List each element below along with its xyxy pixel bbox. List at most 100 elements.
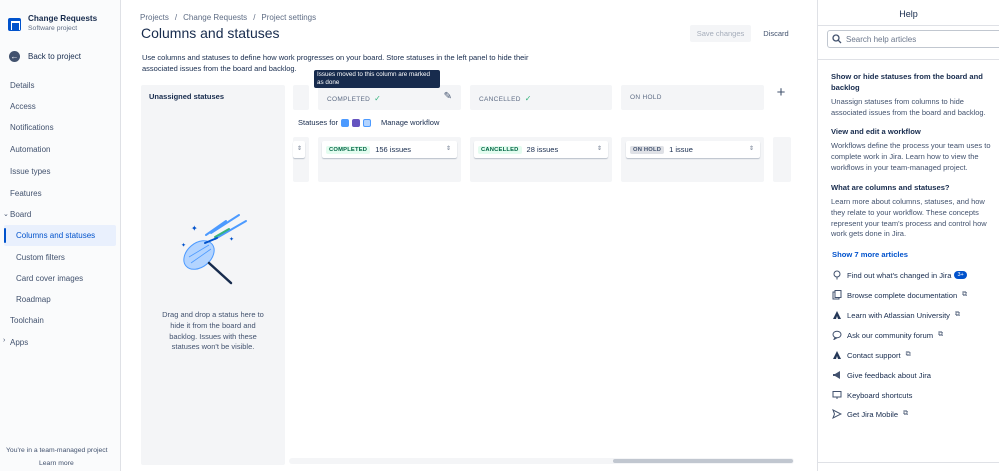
- statuses-for-label: Statuses for: [298, 118, 339, 127]
- unassigned-statuses-panel[interactable]: Unassigned statuses ✦ ✦ ✦ Drag and drop …: [141, 85, 285, 465]
- megaphone-icon: [833, 371, 840, 379]
- column-header-on-hold[interactable]: ON HOLD: [621, 85, 764, 110]
- horizontal-scrollbar-thumb[interactable]: [613, 459, 793, 463]
- show-more-articles-link[interactable]: Show 7 more articles: [832, 250, 908, 259]
- help-article-body: Unassign statuses from columns to hide a…: [831, 97, 986, 117]
- column-lane-cancelled: CANCELLED 28 issues ⇕: [470, 137, 612, 182]
- status-card-completed[interactable]: COMPLETED 156 issues ⇕: [322, 141, 457, 158]
- atlassian-logo-icon: [833, 351, 841, 359]
- status-lozenge: COMPLETED: [326, 145, 371, 154]
- issue-count: 1 issue: [669, 145, 693, 154]
- feedback-link[interactable]: Give feedback about Jira: [832, 370, 931, 380]
- project-header[interactable]: Change Requests Software project: [8, 14, 97, 32]
- discard-button[interactable]: Discard: [756, 25, 796, 42]
- link-label: Give feedback about Jira: [847, 370, 932, 380]
- drag-handle-icon[interactable]: ⇕: [597, 145, 602, 152]
- breadcrumb-projects[interactable]: Projects: [140, 13, 169, 22]
- contact-support-link[interactable]: Contact support ⧉: [832, 350, 911, 360]
- external-link-icon: ⧉: [938, 331, 944, 338]
- column-header-partial[interactable]: [293, 85, 309, 110]
- sidebar-item-toolchain[interactable]: Toolchain: [10, 316, 44, 325]
- community-link[interactable]: Ask our community forum ⧉: [832, 330, 943, 340]
- breadcrumb: Projects / Change Requests / Project set…: [140, 13, 316, 22]
- column-title: ON HOLD: [630, 94, 662, 101]
- status-card-partial[interactable]: ⇕: [293, 141, 305, 158]
- column-header-completed[interactable]: COMPLETED ✓ ✎: [318, 85, 461, 110]
- done-check-icon: ✓: [524, 94, 532, 103]
- breadcrumb-project-settings[interactable]: Project settings: [261, 13, 316, 22]
- sidebar-item-details[interactable]: Details: [10, 81, 34, 90]
- documentation-link[interactable]: Browse complete documentation ⧉: [832, 290, 967, 300]
- task-type-icon: [341, 118, 350, 127]
- help-panel: Help Search help articles Show or hide s…: [817, 0, 999, 471]
- divider: [818, 59, 999, 60]
- status-lozenge: CANCELLED: [478, 145, 522, 154]
- atlassian-logo-icon: [833, 311, 841, 319]
- column-title: CANCELLED ✓: [479, 94, 532, 103]
- keyboard-shortcuts-link[interactable]: Keyboard shortcuts: [832, 390, 912, 400]
- chevron-down-icon[interactable]: ⌄: [3, 210, 9, 218]
- whats-changed-link[interactable]: Find out what's changed in Jira 3+: [832, 270, 967, 280]
- unassigned-title: Unassigned statuses: [149, 92, 225, 101]
- unassigned-hint: Drag and drop a status here to hide it f…: [162, 310, 264, 352]
- back-label: Back to project: [28, 52, 81, 61]
- help-article-heading[interactable]: What are columns and statuses?: [831, 183, 996, 194]
- jira-mobile-link[interactable]: Get Jira Mobile ⧉: [832, 409, 908, 419]
- back-to-project-link[interactable]: ← Back to project: [9, 51, 81, 62]
- column-title: COMPLETED ✓: [327, 94, 382, 103]
- search-placeholder: Search help articles: [846, 34, 917, 44]
- svg-text:✦: ✦: [229, 236, 234, 243]
- done-tooltip: Issues moved to this column are marked a…: [314, 70, 440, 88]
- sidebar-item-roadmap[interactable]: Roadmap: [16, 295, 51, 304]
- sidebar-item-notifications[interactable]: Notifications: [10, 123, 54, 132]
- link-label: Learn with Atlassian University: [847, 310, 950, 320]
- documents-icon: [832, 290, 842, 300]
- team-managed-note: You're in a team-managed project: [6, 447, 108, 454]
- statuses-for-row: Statuses for: [298, 118, 372, 127]
- issue-count: 28 issues: [526, 145, 559, 154]
- sidebar-item-card-cover[interactable]: Card cover images: [16, 274, 83, 283]
- column-lane-on-hold: ON HOLD 1 issue ⇕: [621, 137, 764, 182]
- help-article-heading[interactable]: View and edit a workflow: [831, 127, 996, 138]
- pencil-edit-icon[interactable]: ✎: [444, 91, 452, 102]
- save-changes-button[interactable]: Save changes: [690, 25, 751, 42]
- column-lane-partial: ⇕: [293, 137, 309, 182]
- sidebar: Change Requests Software project ← Back …: [0, 0, 121, 471]
- svg-text:✦: ✦: [191, 224, 198, 233]
- breadcrumb-separator: /: [174, 13, 178, 22]
- status-card-on-hold[interactable]: ON HOLD 1 issue ⇕: [626, 141, 760, 158]
- link-label: Find out what's changed in Jira: [847, 270, 952, 280]
- add-column-plus-icon[interactable]: +: [773, 85, 789, 101]
- help-article-heading[interactable]: Show or hide statuses from the board and…: [831, 72, 996, 93]
- monitor-icon: [832, 391, 842, 399]
- sidebar-item-access[interactable]: Access: [10, 102, 36, 111]
- link-label: Get Jira Mobile: [847, 409, 899, 419]
- breadcrumb-separator: /: [253, 13, 256, 22]
- chevron-right-icon[interactable]: ›: [3, 337, 5, 344]
- help-article-body: Workflows define the process your team u…: [831, 141, 991, 172]
- learn-more-link[interactable]: Learn more: [39, 460, 74, 467]
- drag-handle-icon[interactable]: ⇕: [297, 145, 302, 152]
- university-link[interactable]: Learn with Atlassian University ⧉: [832, 310, 960, 320]
- link-label: Keyboard shortcuts: [847, 390, 913, 400]
- column-header-cancelled[interactable]: CANCELLED ✓: [470, 85, 612, 110]
- sidebar-item-features[interactable]: Features: [10, 189, 42, 198]
- sidebar-item-issue-types[interactable]: Issue types: [10, 167, 50, 176]
- story-type-icon: [363, 118, 372, 127]
- manage-workflow-link[interactable]: Manage workflow: [381, 118, 439, 127]
- drag-handle-icon[interactable]: ⇕: [749, 145, 754, 152]
- issue-count: 156 issues: [375, 145, 412, 154]
- link-label: Contact support: [847, 350, 901, 360]
- sidebar-item-custom-filters[interactable]: Custom filters: [16, 253, 65, 262]
- sidebar-item-apps[interactable]: Apps: [10, 338, 28, 347]
- chat-bubble-icon: [832, 330, 842, 340]
- column-lane-completed: COMPLETED 156 issues ⇕: [318, 137, 461, 182]
- sidebar-item-automation[interactable]: Automation: [10, 145, 50, 154]
- sidebar-item-board[interactable]: Board: [10, 210, 31, 219]
- drag-handle-icon[interactable]: ⇕: [446, 145, 451, 152]
- help-search-input[interactable]: Search help articles: [827, 30, 999, 48]
- breadcrumb-change-requests[interactable]: Change Requests: [183, 13, 247, 22]
- project-logo-icon: [8, 18, 21, 31]
- status-card-cancelled[interactable]: CANCELLED 28 issues ⇕: [474, 141, 608, 158]
- sidebar-item-columns[interactable]: Columns and statuses: [16, 231, 95, 240]
